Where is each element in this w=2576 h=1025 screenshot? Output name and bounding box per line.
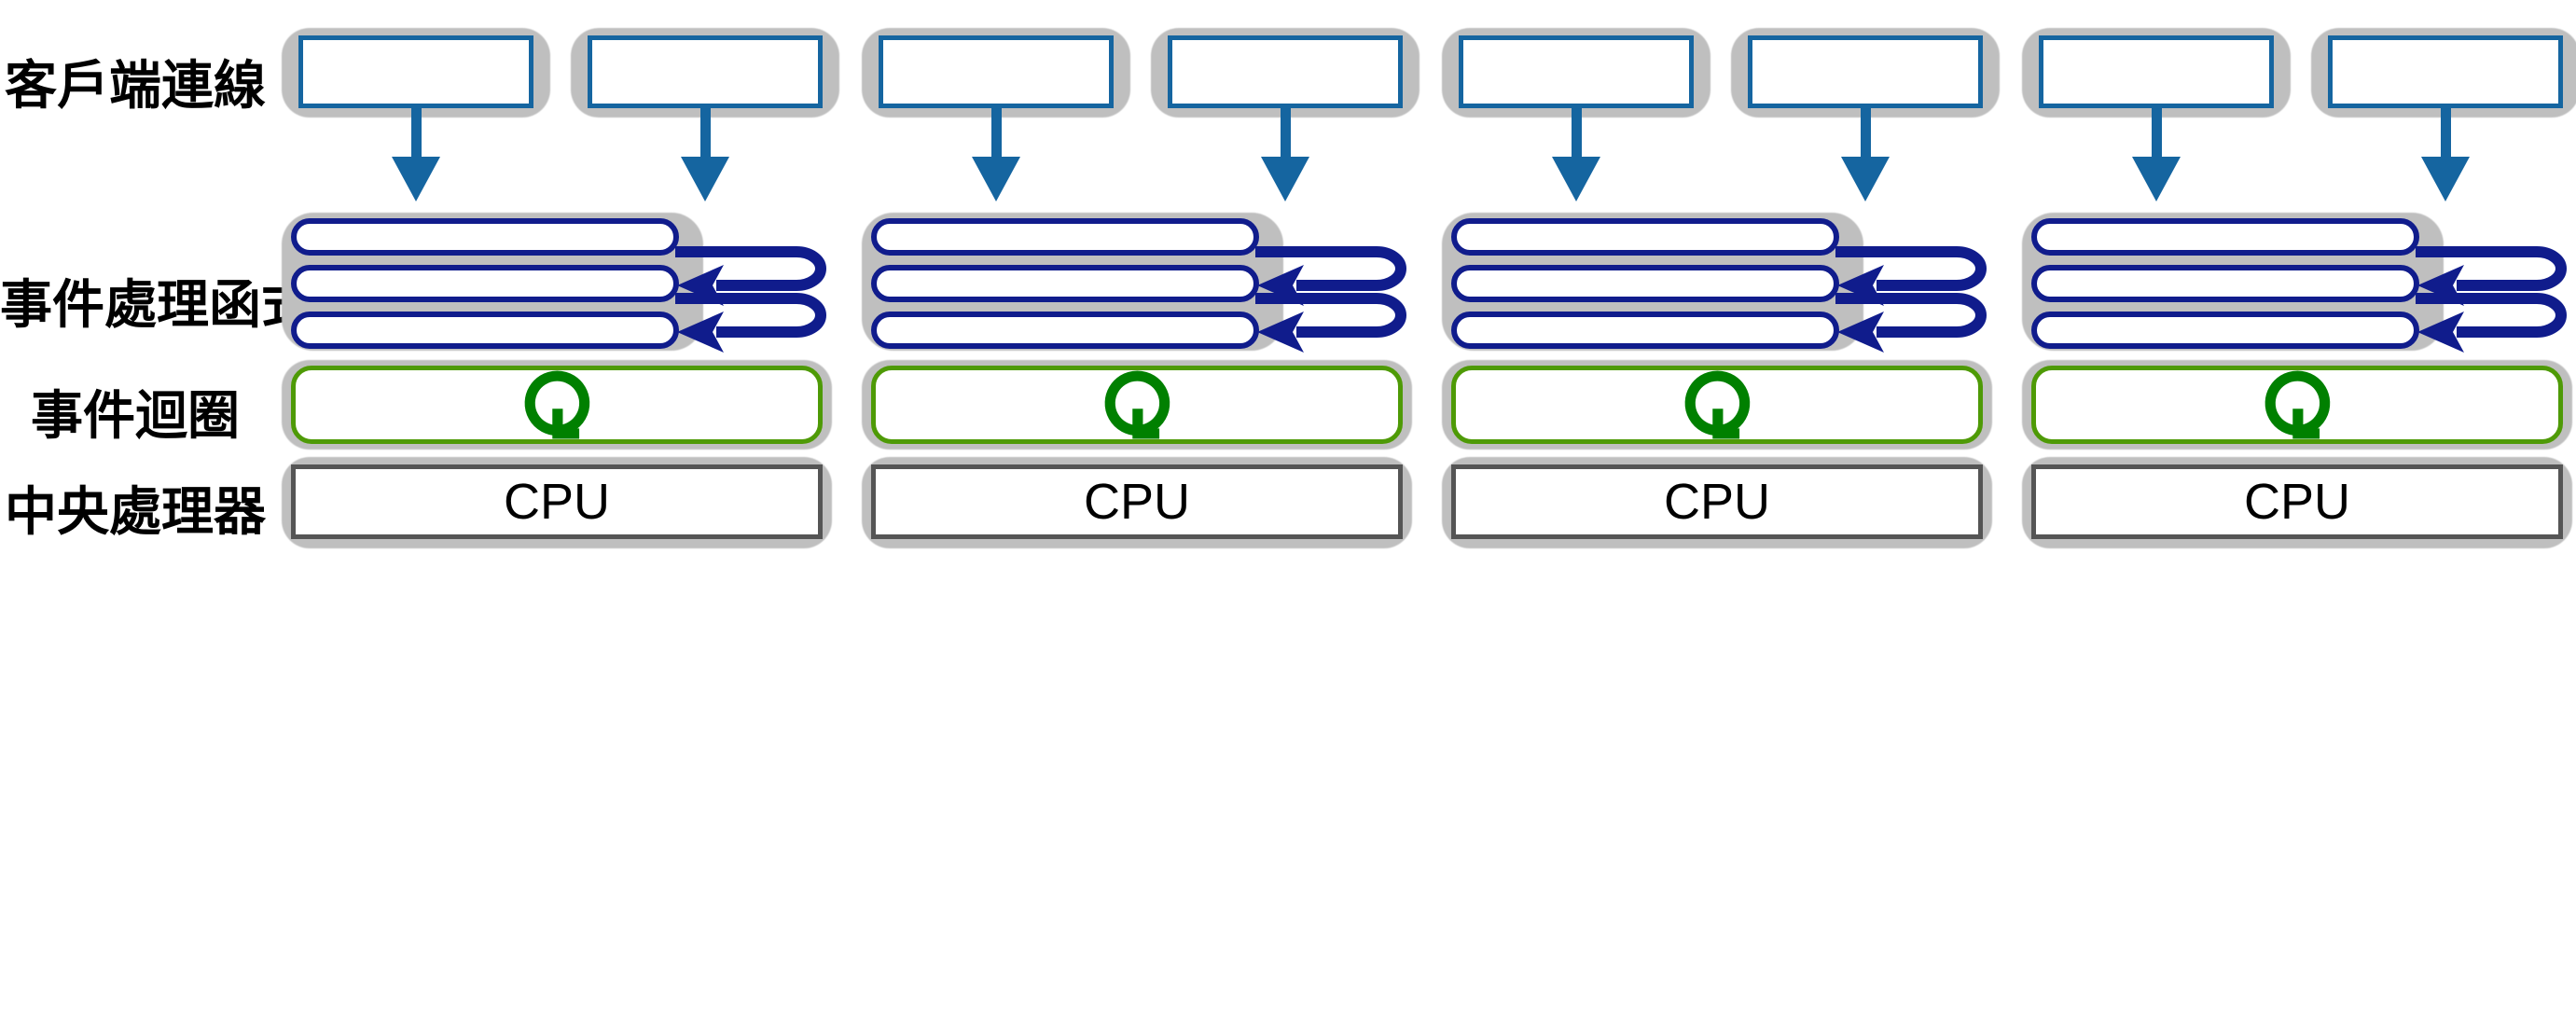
event-handler-pill[interactable] <box>871 218 1259 256</box>
client-to-handler-arrowhead <box>972 157 1020 201</box>
row-label-event-loop: 事件迴圈 <box>31 386 240 447</box>
client-to-handler-arrowhead <box>681 157 729 201</box>
client-to-handler-stem <box>1572 106 1582 164</box>
handler-loopback-arrow <box>1255 293 1406 353</box>
loop-arrow-icon <box>2264 370 2331 439</box>
client-connection-box[interactable] <box>588 35 823 108</box>
client-to-handler-stem <box>700 106 711 164</box>
event-handler-pill[interactable] <box>1451 218 1839 256</box>
client-to-handler-arrowhead <box>2132 157 2181 201</box>
event-handler-pill[interactable] <box>291 265 679 302</box>
client-to-handler-stem <box>991 106 1002 164</box>
handler-loopback-arrow <box>1835 293 1987 353</box>
event-handler-pill[interactable] <box>871 265 1259 302</box>
event-handler-pill[interactable] <box>871 312 1259 349</box>
event-handler-pill[interactable] <box>1451 312 1839 349</box>
handler-loopback-arrow <box>675 293 826 353</box>
client-connection-box[interactable] <box>1459 35 1694 108</box>
cpu-label: CPU <box>1083 474 1190 530</box>
loop-arrow-icon <box>524 370 590 439</box>
cpu-label: CPU <box>1663 474 1770 530</box>
event-handler-pill[interactable] <box>2031 265 2419 302</box>
client-to-handler-arrowhead <box>1841 157 1890 201</box>
client-to-handler-arrowhead <box>1552 157 1600 201</box>
loop-arrow-icon <box>1684 370 1751 439</box>
client-connection-box[interactable] <box>2039 35 2274 108</box>
client-connection-box[interactable] <box>2328 35 2563 108</box>
cpu-box[interactable]: CPU <box>2031 464 2563 539</box>
event-handler-pill[interactable] <box>1451 265 1839 302</box>
diagram-canvas: 客戶端連線 事件處理函式 事件迴圈 中央處理器 CPU CPU CPU CPU <box>0 0 2576 1025</box>
handler-loopback-arrow <box>2416 293 2567 353</box>
client-to-handler-arrowhead <box>2421 157 2470 201</box>
client-connection-box[interactable] <box>879 35 1114 108</box>
client-to-handler-stem <box>411 106 422 164</box>
cpu-box[interactable]: CPU <box>1451 464 1983 539</box>
client-to-handler-stem <box>1281 106 1291 164</box>
event-handler-pill[interactable] <box>291 218 679 256</box>
client-connection-box[interactable] <box>1168 35 1403 108</box>
row-label-client-connections: 客戶端連線 <box>5 56 266 117</box>
cpu-label: CPU <box>2243 474 2350 530</box>
row-label-event-handlers: 事件處理函式 <box>0 275 313 336</box>
client-to-handler-stem <box>2152 106 2162 164</box>
row-label-cpu: 中央處理器 <box>5 482 266 543</box>
loop-arrow-icon <box>1104 370 1170 439</box>
cpu-box[interactable]: CPU <box>291 464 823 539</box>
event-handler-pill[interactable] <box>2031 218 2419 256</box>
client-to-handler-stem <box>2441 106 2451 164</box>
cpu-box[interactable]: CPU <box>871 464 1403 539</box>
client-to-handler-arrowhead <box>392 157 440 201</box>
client-to-handler-stem <box>1861 106 1871 164</box>
event-handler-pill[interactable] <box>2031 312 2419 349</box>
cpu-label: CPU <box>503 474 610 530</box>
client-connection-box[interactable] <box>1748 35 1983 108</box>
client-to-handler-arrowhead <box>1261 157 1309 201</box>
client-connection-box[interactable] <box>298 35 533 108</box>
event-handler-pill[interactable] <box>291 312 679 349</box>
